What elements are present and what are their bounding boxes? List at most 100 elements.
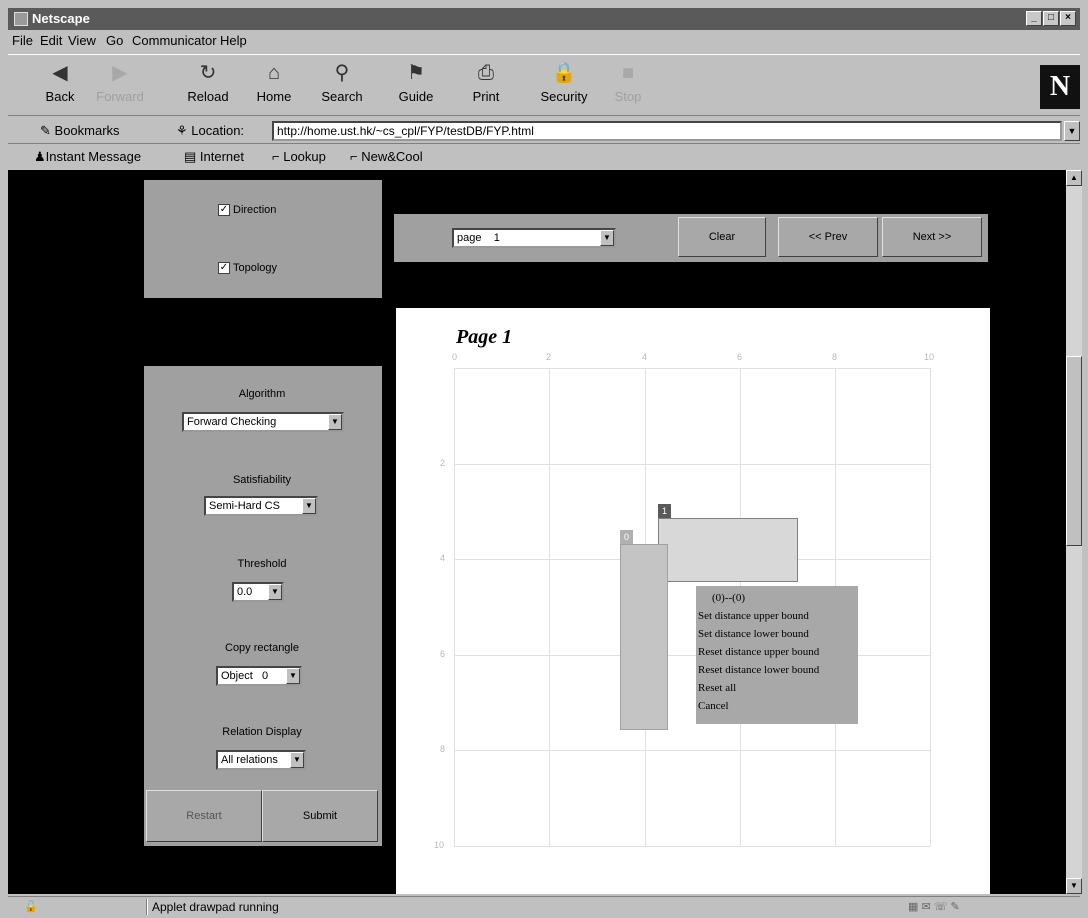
rectangle-object-0[interactable] [620, 544, 668, 730]
navigation-toolbar: ◀ Back ▶ Forward ↻ Reload ⌂ Home ⚲ Search ⚑ Gu… [8, 54, 1080, 116]
settings-panel: Algorithm Forward Checking ▼ Satisfiabil… [144, 366, 382, 846]
y-tick: 10 [434, 840, 445, 850]
home-button[interactable]: ⌂ Home [246, 61, 302, 104]
reload-icon: ↻ [199, 62, 217, 84]
rectangle-label-1: 1 [658, 504, 671, 518]
context-menu-item[interactable]: Reset distance upper bound [698, 646, 819, 658]
menu-edit[interactable]: Edit [40, 33, 62, 48]
drawing-canvas[interactable]: Page 1 0 2 4 6 8 10 2 4 6 8 10 1 0 [396, 308, 990, 894]
instant-message-link[interactable]: ♟Instant Message [34, 149, 141, 165]
netscape-app-icon [14, 12, 28, 26]
print-icon: ⎙ [478, 62, 494, 84]
chevron-down-icon: ▼ [290, 752, 304, 768]
page-icon: ▤ [184, 149, 197, 164]
forward-icon: ▶ [112, 62, 128, 84]
context-menu-item[interactable]: Set distance lower bound [698, 628, 809, 640]
guide-button[interactable]: ⚑ Guide [388, 61, 444, 104]
netscape-logo[interactable]: N [1040, 65, 1080, 109]
context-menu-item[interactable]: Reset distance lower bound [698, 664, 819, 676]
location-toolbar: ✎ Bookmarks ⚘ Location: http://home.ust.… [8, 118, 1080, 144]
back-button[interactable]: ◀ Back [32, 61, 88, 104]
menu-bar: File Edit View Go Communicator Help [8, 30, 1080, 52]
new-cool-link[interactable]: ⌐ New&Cool [350, 149, 423, 164]
stop-button[interactable]: ■ Stop [600, 61, 656, 104]
relation-display-select[interactable]: All relations ▼ [216, 750, 306, 770]
vertical-scrollbar[interactable]: ▲ ▼ [1066, 170, 1082, 894]
stop-icon: ■ [621, 62, 635, 84]
context-menu-item[interactable]: Reset all [698, 682, 736, 694]
satisfiability-label: Satisfiability [232, 474, 292, 486]
algorithm-label: Algorithm [238, 388, 286, 400]
security-lock-icon[interactable]: 🔓 [24, 900, 38, 913]
security-button[interactable]: 🔒 Security [536, 61, 592, 104]
copy-rectangle-select[interactable]: Object 0 ▼ [216, 666, 302, 686]
person-icon: ♟ [34, 149, 46, 164]
url-input[interactable]: http://home.ust.hk/~cs_cpl/FYP/testDB/FY… [272, 121, 1062, 141]
page-title: Page 1 [456, 326, 513, 348]
home-icon: ⌂ [267, 62, 281, 84]
close-button[interactable]: × [1060, 11, 1076, 26]
chevron-down-icon: ▼ [600, 230, 614, 246]
chevron-down-icon: ▼ [268, 584, 282, 600]
guide-icon: ⚑ [407, 62, 425, 84]
y-tick: 2 [440, 458, 446, 468]
grid-line [454, 368, 930, 369]
context-menu-header: (0)--(0) [712, 592, 745, 604]
forward-button[interactable]: ▶ Forward [92, 61, 148, 104]
menu-go[interactable]: Go [106, 33, 123, 48]
direction-checkbox[interactable]: ✓ Direction [218, 204, 276, 217]
title-bar: Netscape _ □ × [8, 8, 1080, 30]
reload-button[interactable]: ↻ Reload [180, 61, 236, 104]
algorithm-select[interactable]: Forward Checking ▼ [182, 412, 344, 432]
url-dropdown-button[interactable]: ▼ [1064, 121, 1080, 141]
print-button[interactable]: ⎙ Print [458, 61, 514, 104]
context-menu-item[interactable]: Cancel [698, 700, 729, 712]
x-tick: 6 [737, 352, 743, 362]
rectangle-label-0: 0 [620, 530, 633, 544]
search-button[interactable]: ⚲ Search [314, 61, 370, 104]
grid-line [549, 368, 550, 846]
menu-help[interactable]: Help [220, 33, 247, 48]
bookmark-icon: ✎ [40, 123, 51, 138]
location-label: ⚘ Location: [176, 123, 245, 138]
bookmarks-button[interactable]: ✎ Bookmarks [40, 123, 120, 139]
menu-communicator[interactable]: Communicator [132, 33, 217, 48]
scroll-down-icon[interactable]: ▼ [1066, 878, 1082, 894]
grid-line [454, 846, 930, 847]
lookup-link[interactable]: ⌐ Lookup [272, 149, 326, 164]
menu-file[interactable]: File [12, 33, 33, 48]
maximize-button[interactable]: □ [1043, 11, 1059, 26]
x-tick: 10 [924, 352, 935, 362]
rectangle-object-1[interactable] [658, 518, 798, 582]
window-title: Netscape [32, 11, 90, 26]
copy-rectangle-label: Copy rectangle [225, 642, 299, 654]
component-bar-icon[interactable]: ▦ ✉ ☏ ✎ [908, 900, 960, 913]
status-bar: 🔓 Applet drawpad running ▦ ✉ ☏ ✎ [8, 896, 1080, 916]
restart-button[interactable]: Restart [146, 790, 262, 842]
prev-button[interactable]: << Prev [778, 217, 878, 257]
scroll-thumb[interactable] [1066, 356, 1082, 546]
page-select[interactable]: page 1 ▼ [452, 228, 616, 248]
context-menu: (0)--(0) Set distance upper bound Set di… [696, 586, 858, 724]
scroll-up-icon[interactable]: ▲ [1066, 170, 1082, 186]
minimize-button[interactable]: _ [1026, 11, 1042, 26]
submit-button[interactable]: Submit [262, 790, 378, 842]
satisfiability-select[interactable]: Semi-Hard CS ▼ [204, 496, 318, 516]
x-tick: 2 [546, 352, 552, 362]
status-text: Applet drawpad running [152, 900, 279, 914]
y-tick: 4 [440, 553, 446, 563]
next-button[interactable]: Next >> [882, 217, 982, 257]
checkbox-check-icon: ✓ [218, 204, 230, 217]
topology-checkbox[interactable]: ✓ Topology [218, 262, 277, 275]
clear-button[interactable]: Clear [678, 217, 766, 257]
back-icon: ◀ [52, 62, 68, 84]
threshold-select[interactable]: 0.0 ▼ [232, 582, 284, 602]
location-icon: ⚘ [176, 123, 188, 138]
menu-view[interactable]: View [68, 33, 96, 48]
chevron-down-icon: ▼ [328, 414, 342, 430]
security-icon: 🔒 [551, 62, 577, 84]
chevron-down-icon: ▼ [286, 668, 300, 684]
internet-link[interactable]: ▤ Internet [184, 149, 244, 165]
context-menu-item[interactable]: Set distance upper bound [698, 610, 809, 622]
folder-icon: ⌐ [272, 149, 280, 164]
